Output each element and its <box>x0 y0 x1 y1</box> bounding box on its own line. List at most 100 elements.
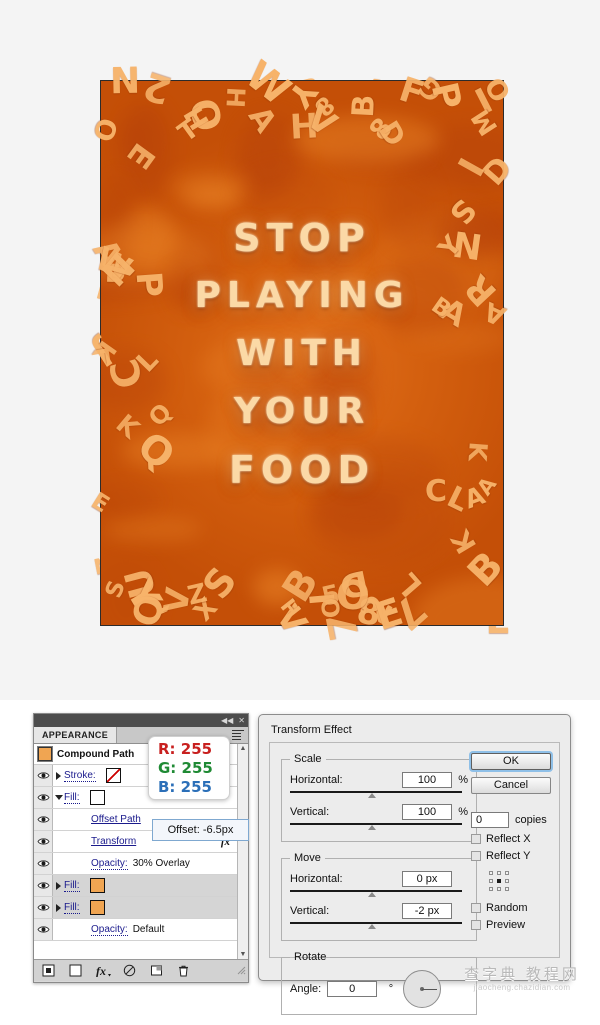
transform-effect-dialog[interactable]: Transform Effect Scale Horizontal: 100 %… <box>258 714 571 1015</box>
pasta-letter: B <box>345 93 383 119</box>
dialog-title: Transform Effect <box>271 724 352 736</box>
disclosure-triangle-icon[interactable] <box>53 795 64 800</box>
artwork-poster[interactable]: RTEION3TPA4RJMFBLNVXIREASFAC2AIWGNCBLR S… <box>86 52 520 644</box>
add-new-effect-icon[interactable]: fx <box>96 964 111 978</box>
sauce-blob <box>104 515 202 543</box>
checkbox-reflect-y[interactable]: Reflect Y <box>471 850 551 862</box>
checkbox-preview[interactable]: Preview <box>471 919 551 931</box>
new-stroke-icon[interactable] <box>42 964 55 977</box>
dialog-left-column: Scale Horizontal: 100 % Vertical: 100 % … <box>281 753 477 1025</box>
disclosure-triangle-icon[interactable] <box>53 903 64 912</box>
option-checkbox-group: Random Preview <box>471 902 551 931</box>
scale-horizontal-label: Horizontal: <box>290 773 343 786</box>
move-legend: Move <box>294 852 321 864</box>
reflect-checkbox-group: Reflect X Reflect Y <box>471 833 551 862</box>
scale-legend: Scale <box>294 753 322 765</box>
appearance-row-label[interactable]: Stroke: <box>64 770 96 782</box>
object-thumbnail <box>37 746 53 762</box>
appearance-row-value: 30% Overlay <box>132 858 190 869</box>
checkbox-box[interactable] <box>471 834 481 844</box>
checkbox-label: Random <box>486 902 528 914</box>
rgb-r-value: R: 255 <box>158 739 213 758</box>
pasta-letter: K <box>462 441 493 463</box>
copies-input[interactable]: 0 <box>471 812 509 828</box>
appearance-row-label[interactable]: Fill: <box>64 902 80 914</box>
ok-button[interactable]: OK <box>471 753 551 770</box>
move-vertical-slider[interactable] <box>290 921 468 930</box>
panel-scrollbar[interactable]: ▲ ▼ <box>237 744 248 959</box>
delete-item-icon[interactable] <box>177 964 190 977</box>
appearance-row[interactable]: Fill: <box>34 897 237 919</box>
rotate-angle-dial[interactable] <box>403 970 442 1008</box>
artboard: STOP PLAYING WITH YOUR FOOD <box>100 80 504 626</box>
pasta-letter: C <box>424 473 448 510</box>
rotate-angle-input[interactable]: 0 <box>327 981 378 997</box>
appearance-row-label[interactable]: Opacity: <box>91 924 128 936</box>
close-icon[interactable]: ✕ <box>238 716 245 725</box>
svg-text:fx: fx <box>96 964 106 977</box>
move-horizontal-slider[interactable] <box>290 889 468 898</box>
poster-line: WITH <box>236 333 368 374</box>
checkbox-box[interactable] <box>471 920 481 930</box>
move-horizontal-input[interactable]: 0 px <box>402 870 452 887</box>
collapse-icon[interactable]: ◀◀ <box>221 716 233 725</box>
visibility-eye-icon[interactable] <box>34 787 53 808</box>
visibility-eye-icon[interactable] <box>34 853 53 874</box>
tab-appearance[interactable]: APPEARANCE <box>34 727 118 743</box>
visibility-eye-icon[interactable] <box>34 897 53 918</box>
new-fill-icon[interactable] <box>69 964 82 977</box>
checkbox-random[interactable]: Random <box>471 902 551 914</box>
appearance-row[interactable]: Fill: <box>34 875 237 897</box>
scale-horizontal-slider[interactable] <box>290 790 468 799</box>
checkbox-reflect-x[interactable]: Reflect X <box>471 833 551 845</box>
checkbox-box[interactable] <box>471 903 481 913</box>
appearance-row-label[interactable]: Opacity: <box>91 858 128 870</box>
appearance-row[interactable]: Opacity: Default <box>34 919 237 941</box>
scroll-down-icon[interactable]: ▼ <box>240 951 247 958</box>
scale-horizontal-input[interactable]: 100 <box>402 771 452 788</box>
visibility-eye-icon[interactable] <box>34 831 53 852</box>
copies-label: copies <box>515 814 547 826</box>
rgb-b-value: B: 255 <box>158 777 212 796</box>
checkbox-box[interactable] <box>471 851 481 861</box>
sauce-blob <box>170 170 249 204</box>
reference-point-selector[interactable] <box>489 871 511 893</box>
appearance-row-label[interactable]: Transform <box>91 836 136 847</box>
clear-appearance-icon[interactable] <box>123 964 136 977</box>
pasta-letter: N <box>109 60 141 103</box>
appearance-row-label[interactable]: Fill: <box>64 880 80 892</box>
disclosure-triangle-icon[interactable] <box>53 771 64 780</box>
cancel-button[interactable]: Cancel <box>471 777 551 794</box>
appearance-row-label[interactable]: Fill: <box>64 792 80 804</box>
move-vertical-input[interactable]: -2 px <box>402 902 452 919</box>
appearance-row[interactable]: Opacity: 30% Overlay <box>34 853 237 875</box>
scale-vertical-row: Vertical: 100 % <box>290 802 468 821</box>
object-name: Compound Path <box>57 748 135 760</box>
visibility-eye-icon[interactable] <box>34 875 53 896</box>
disclosure-triangle-icon[interactable] <box>53 881 64 890</box>
scroll-up-icon[interactable]: ▲ <box>240 745 247 752</box>
visibility-eye-icon[interactable] <box>34 809 53 830</box>
color-swatch[interactable] <box>89 878 105 893</box>
move-vertical-label: Vertical: <box>290 904 330 917</box>
pasta-letter: O <box>334 572 371 620</box>
move-vertical-row: Vertical: -2 px <box>290 901 468 920</box>
panel-menu-icon[interactable] <box>232 730 244 740</box>
color-swatch[interactable] <box>105 768 121 783</box>
appearance-row-value: Default <box>132 924 165 935</box>
visibility-eye-icon[interactable] <box>34 919 53 940</box>
color-swatch[interactable] <box>89 900 105 915</box>
color-swatch[interactable] <box>89 790 105 805</box>
scale-horizontal-row: Horizontal: 100 % <box>290 770 468 789</box>
appearance-row-label[interactable]: Offset Path <box>91 814 141 825</box>
scale-horizontal-unit: % <box>458 773 468 786</box>
panel-resize-grip[interactable] <box>237 966 246 975</box>
checkbox-label: Reflect Y <box>486 850 531 862</box>
rotate-group: Rotate Angle: 0 ° <box>281 951 477 1015</box>
duplicate-item-icon[interactable] <box>150 964 163 977</box>
visibility-eye-icon[interactable] <box>34 765 53 786</box>
scale-vertical-slider[interactable] <box>290 822 468 831</box>
scale-vertical-input[interactable]: 100 <box>402 803 452 820</box>
move-group: Move Horizontal: 0 px Vertical: -2 px <box>281 852 477 941</box>
pasta-letter: P <box>127 269 170 299</box>
